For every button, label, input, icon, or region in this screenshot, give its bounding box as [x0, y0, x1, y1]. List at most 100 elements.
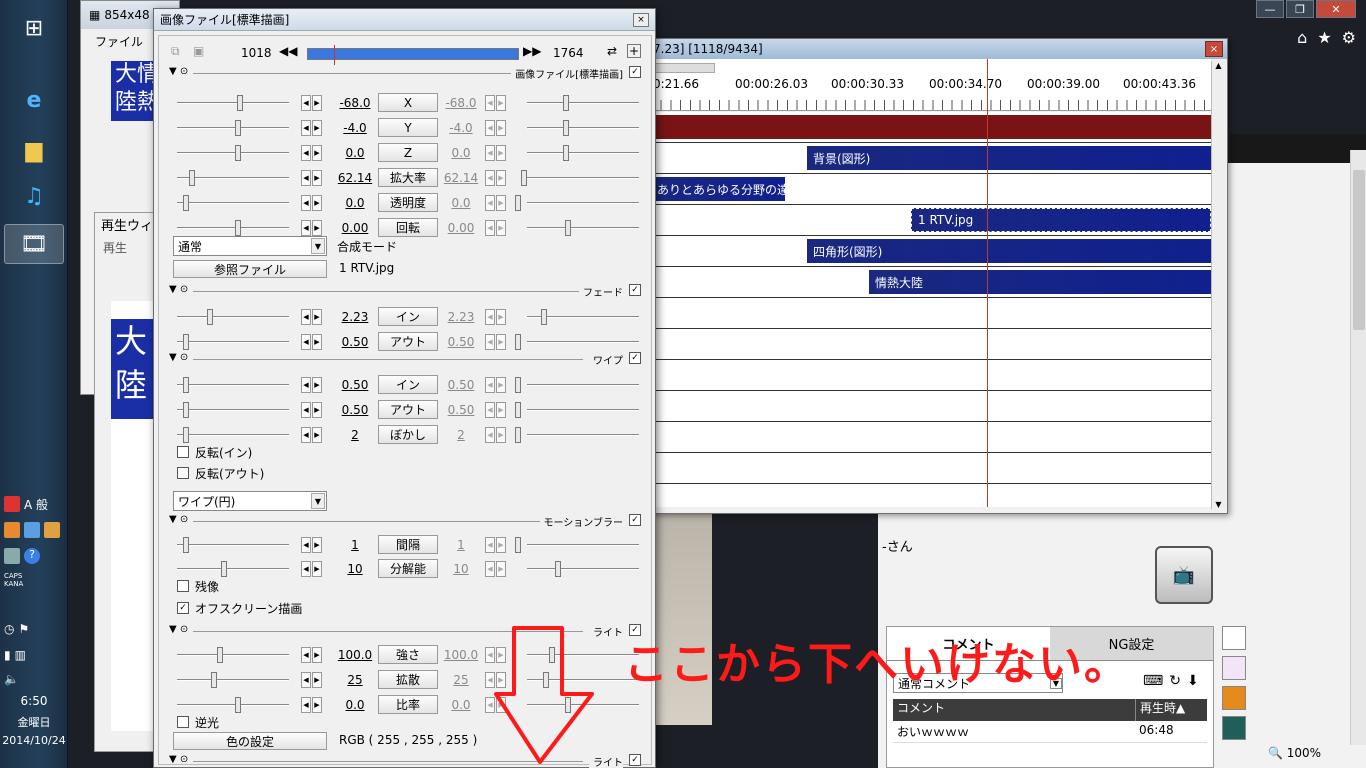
param-stepper-right[interactable]: ◀ ▶ — [485, 145, 507, 161]
timeline-titlebar[interactable]: 7.23] [1118/9434] — [651, 39, 1227, 59]
chevron-right-icon[interactable]: ▶ — [312, 220, 322, 236]
param-value-start[interactable]: 10 — [325, 562, 385, 576]
param-slider-left[interactable] — [177, 145, 289, 161]
slider-thumb[interactable] — [521, 170, 527, 186]
param-stepper-left[interactable]: ◀ ▶ — [301, 309, 323, 325]
param-slider-left[interactable] — [177, 561, 289, 577]
layer-icon[interactable]: ▣ — [193, 44, 204, 58]
timeline-layer[interactable]: ありとあらゆる分野の達 — [651, 174, 1211, 205]
chevron-down-icon[interactable]: ▼ — [1215, 500, 1221, 509]
slider-thumb[interactable] — [515, 402, 521, 418]
chevron-right-icon[interactable]: ▶ — [496, 561, 506, 577]
chevron-right-icon[interactable]: ▶ — [496, 334, 506, 350]
slider-thumb[interactable] — [515, 427, 521, 443]
param-value-end[interactable]: 0.50 — [431, 335, 491, 349]
param-slider-left[interactable] — [177, 537, 289, 553]
chevron-right-icon[interactable]: ▶ — [496, 377, 506, 393]
chevron-right-icon[interactable]: ▶ — [312, 537, 322, 553]
timeline-clip[interactable]: 情熱大陸 — [869, 270, 1211, 294]
add-filter-icon[interactable]: + — [627, 44, 641, 58]
timeline-layer[interactable]: 背景(図形) — [651, 143, 1211, 174]
slider-thumb[interactable] — [189, 170, 195, 186]
chevron-right-icon[interactable]: ▶ — [496, 195, 506, 211]
dialog-titlebar[interactable]: 画像ファイル[標準描画] — [154, 9, 655, 31]
param-slider-left[interactable] — [177, 377, 289, 393]
collapse-icon[interactable]: ▼ ⊙ — [169, 66, 188, 77]
slider-thumb[interactable] — [515, 334, 521, 350]
param-value-end[interactable]: 0.0 — [431, 698, 491, 712]
chevron-right-icon[interactable]: ▶ — [496, 170, 506, 186]
section-enable-checkbox[interactable]: ✓ — [629, 514, 641, 526]
param-value-start[interactable]: 2 — [325, 428, 385, 442]
play-menu[interactable]: 再生 — [103, 239, 127, 256]
invert-in-row[interactable]: 反転(イン) — [177, 444, 252, 460]
chevron-right-icon[interactable]: ▶ — [312, 170, 322, 186]
param-value-start[interactable]: 0.00 — [325, 221, 385, 235]
param-stepper-left[interactable]: ◀ ▶ — [301, 120, 323, 136]
dialog-close-button[interactable]: × — [633, 13, 649, 27]
chevron-right-icon[interactable]: ▶ — [496, 220, 506, 236]
param-button[interactable]: イン — [378, 375, 438, 394]
invert-out-checkbox[interactable] — [177, 467, 189, 479]
flag-icon[interactable]: ⚑ — [18, 622, 29, 636]
tools-icon[interactable] — [44, 522, 60, 538]
col-time[interactable]: 再生時▲ — [1135, 699, 1207, 721]
param-stepper-right[interactable]: ◀ ▶ — [485, 95, 507, 111]
param-slider-left[interactable] — [177, 647, 289, 663]
chevron-right-icon[interactable]: ▶ — [312, 195, 322, 211]
chevron-up-icon[interactable]: ▲ — [1215, 61, 1221, 70]
param-stepper-right[interactable]: ◀ ▶ — [485, 309, 507, 325]
param-stepper-right[interactable]: ◀ ▶ — [485, 402, 507, 418]
param-value-end[interactable]: 25 — [431, 673, 491, 687]
slider-thumb[interactable] — [237, 95, 243, 111]
param-value-start[interactable]: -68.0 — [325, 96, 385, 110]
param-stepper-left[interactable]: ◀ ▶ — [301, 95, 323, 111]
param-value-end[interactable]: 1 — [431, 538, 491, 552]
chevron-left-icon[interactable]: ◀ — [485, 334, 495, 350]
param-slider-right[interactable] — [527, 145, 639, 161]
offscreen-checkbox[interactable]: ✓ — [177, 602, 189, 614]
taskbar-media[interactable]: ♫ — [4, 176, 64, 216]
chevron-left-icon[interactable]: ◀ — [301, 561, 311, 577]
param-value-start[interactable]: 0.50 — [325, 403, 385, 417]
chevron-right-icon[interactable]: ▶ — [312, 120, 322, 136]
chevron-left-icon[interactable]: ◀ — [485, 377, 495, 393]
app-icon[interactable] — [1222, 716, 1246, 740]
timeline-layer[interactable] — [651, 453, 1211, 484]
timeline-clip[interactable]: 背景(図形) — [807, 146, 1211, 170]
param-slider-left[interactable] — [177, 220, 289, 236]
chevron-right-icon[interactable]: ▶ — [312, 95, 322, 111]
download-icon[interactable]: ⬇ — [1187, 673, 1199, 689]
backlight-row[interactable]: 逆光 — [177, 714, 219, 730]
param-stepper-right[interactable]: ◀ ▶ — [485, 120, 507, 136]
chevron-right-icon[interactable]: ▶ — [496, 309, 506, 325]
param-stepper-left[interactable]: ◀ ▶ — [301, 672, 323, 688]
param-value-end[interactable]: 0.50 — [431, 403, 491, 417]
param-stepper-right[interactable]: ◀ ▶ — [485, 220, 507, 236]
favorites-icon[interactable]: ★ — [1317, 28, 1331, 47]
invert-in-checkbox[interactable] — [177, 446, 189, 458]
param-value-end[interactable]: 0.0 — [431, 196, 491, 210]
chevron-right-icon[interactable]: ▶ — [312, 427, 322, 443]
section-enable-checkbox[interactable]: ✓ — [629, 754, 641, 766]
param-slider-right[interactable] — [527, 220, 639, 236]
param-stepper-left[interactable]: ◀ ▶ — [301, 697, 323, 713]
slider-thumb[interactable] — [563, 145, 569, 161]
param-value-start[interactable]: 62.14 — [325, 171, 385, 185]
wipe-type-select[interactable]: ワイプ(円) ▼ — [173, 491, 327, 511]
slider-thumb[interactable] — [235, 120, 241, 136]
chevron-right-icon[interactable]: ▶ — [496, 145, 506, 161]
network-icon[interactable]: ▥ — [15, 648, 26, 662]
section-enable-checkbox[interactable]: ✓ — [629, 352, 641, 364]
param-slider-right[interactable] — [527, 95, 639, 111]
param-value-end[interactable]: 2.23 — [431, 310, 491, 324]
power-icon[interactable]: ▮ — [4, 648, 11, 662]
slider-thumb[interactable] — [235, 697, 241, 713]
slider-thumb[interactable] — [183, 334, 189, 350]
slider-thumb[interactable] — [217, 647, 223, 663]
param-value-start[interactable]: 2.23 — [325, 310, 385, 324]
chevron-left-icon[interactable]: ◀ — [485, 95, 495, 111]
offscreen-row[interactable]: ✓ オフスクリーン描画 — [177, 600, 302, 616]
slider-thumb[interactable] — [563, 95, 569, 111]
chevron-left-icon[interactable]: ◀ — [485, 427, 495, 443]
